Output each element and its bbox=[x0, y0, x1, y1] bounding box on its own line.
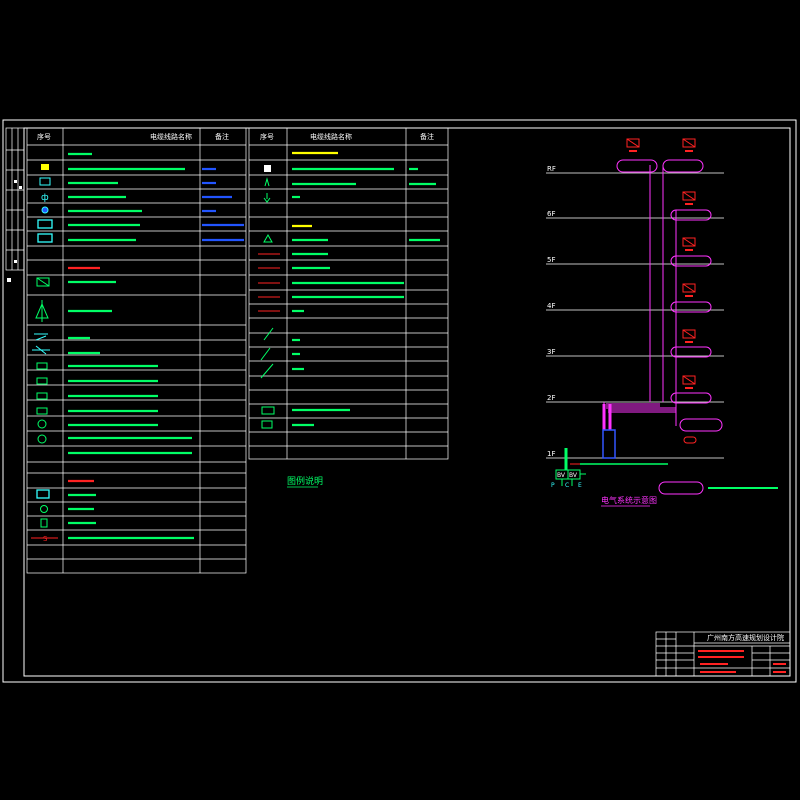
floor-label-2f: 2F bbox=[547, 394, 555, 402]
legend-2-header-index: 序号 bbox=[260, 132, 274, 141]
floor-label-4f: 4F bbox=[547, 302, 555, 310]
title-block-strokes bbox=[698, 650, 786, 673]
cad-drawing: 序号 电缆线路名称 备注 ф S 序号 电缆线路名称 备注 图例说明 RF 6F… bbox=[2, 119, 797, 683]
riser-caption: 电气系统示意图 bbox=[601, 495, 657, 505]
bottom-label-e: E bbox=[578, 482, 582, 489]
legend-text-strokes bbox=[68, 151, 440, 540]
box-label-1: BV bbox=[557, 472, 566, 479]
bottom-label-c: C bbox=[565, 482, 569, 489]
floor-label-1f: 1F bbox=[547, 450, 555, 458]
bottom-label-p: P bbox=[551, 482, 555, 489]
revision-strip bbox=[5, 127, 25, 271]
legend-1-symbols: ф S bbox=[31, 164, 58, 543]
svg-text:S: S bbox=[43, 535, 48, 543]
title-block-institute: 广州南方高速规划设计院 bbox=[707, 633, 784, 642]
legend-1-header-remark: 备注 bbox=[215, 132, 229, 141]
legend-2-header-name: 电缆线路名称 bbox=[310, 132, 352, 141]
outer-frame bbox=[2, 119, 797, 683]
legend-2-header-remark: 备注 bbox=[420, 132, 434, 141]
floor-label-5f: 5F bbox=[547, 256, 555, 264]
box-label-2: BV bbox=[569, 472, 578, 479]
legend-2-symbols bbox=[258, 165, 280, 429]
floor-label-rf: RF bbox=[547, 165, 556, 173]
legend-table-1 bbox=[26, 127, 247, 574]
floor-label-3f: 3F bbox=[547, 348, 555, 356]
floor-label-6f: 6F bbox=[547, 210, 555, 218]
legend-caption: 图例说明 bbox=[287, 475, 323, 487]
svg-text:ф: ф bbox=[41, 193, 49, 203]
legend-1-header-index: 序号 bbox=[37, 132, 51, 141]
riser-diagram: RF 6F 5F 4F 3F 2F 1F BV BV P C E 电气系统示意图 bbox=[546, 138, 778, 507]
legend-1-header-name: 电缆线路名称 bbox=[150, 132, 192, 141]
